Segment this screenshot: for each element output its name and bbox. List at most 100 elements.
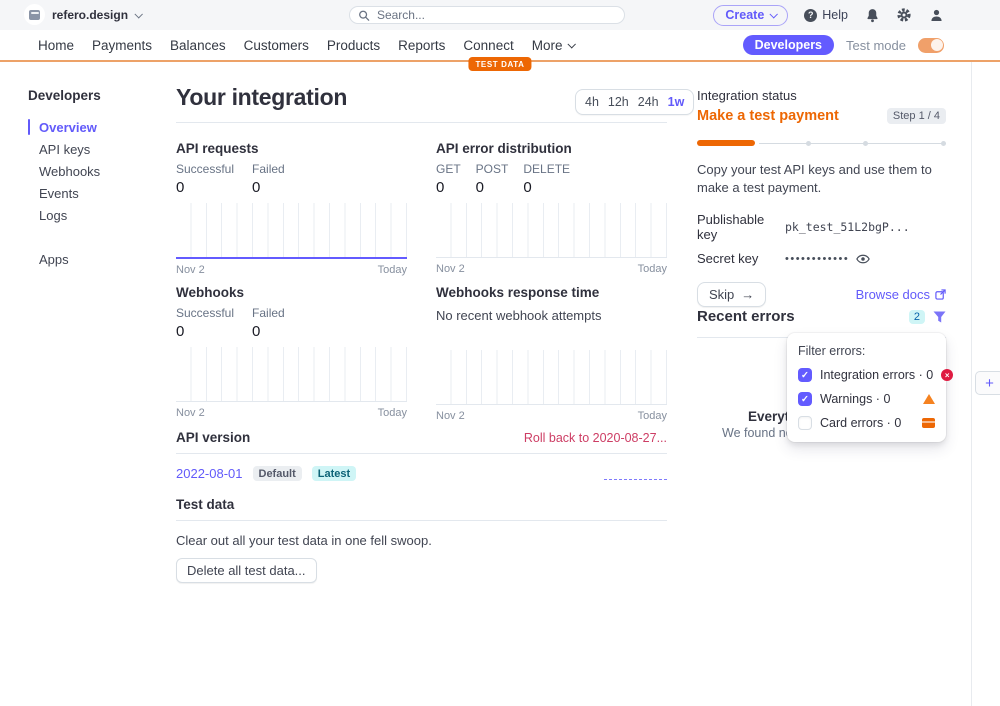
nav-links: Home Payments Balances Customers Product… <box>38 30 574 60</box>
browse-docs-label: Browse docs <box>856 287 930 302</box>
nav-item-home[interactable]: Home <box>38 38 74 53</box>
publishable-key-label: Publishable key <box>697 212 785 242</box>
stat-value: 0 <box>476 179 509 196</box>
sidebar-item-webhooks[interactable]: Webhooks <box>28 160 153 182</box>
x-axis: Nov 2 Today <box>176 407 407 419</box>
nav-right: Developers Test mode <box>743 30 944 60</box>
help-button[interactable]: ? Help <box>804 8 848 22</box>
stat-failed: Failed 0 <box>252 306 285 340</box>
stat-successful: Successful 0 <box>176 162 234 196</box>
page-title: Your integration <box>176 84 347 111</box>
range-option-24h[interactable]: 24h <box>638 95 659 109</box>
sidebar-item-logs[interactable]: Logs <box>28 204 153 226</box>
no-errors-title-partial: Everyt <box>748 409 789 424</box>
status-row: Make a test payment Step 1 / 4 <box>697 108 946 124</box>
panel-actions: Skip → Browse docs <box>697 282 946 307</box>
notifications-bell-button[interactable] <box>864 7 880 23</box>
bell-icon <box>865 8 880 23</box>
step-badge: Step 1 / 4 <box>887 108 946 124</box>
stat-label: POST <box>476 162 509 176</box>
account-avatar-button[interactable] <box>928 7 944 23</box>
checkbox-checked[interactable] <box>798 392 812 406</box>
card-title: API error distribution <box>436 141 667 156</box>
stat-delete: DELETE 0 <box>523 162 570 196</box>
checkbox-unchecked[interactable] <box>798 416 812 430</box>
zoom-plus-button[interactable] <box>975 371 1000 395</box>
stat-label: Successful <box>176 162 234 176</box>
nav-item-payments[interactable]: Payments <box>92 38 152 53</box>
stats-row: Successful 0 Failed 0 <box>176 162 407 196</box>
search-icon <box>358 9 370 22</box>
filter-option-card-errors[interactable]: Card errors · 0 <box>798 416 935 430</box>
step-title: Make a test payment <box>697 108 839 124</box>
axis-end-label: Today <box>378 407 407 419</box>
latest-badge: Latest <box>312 466 356 481</box>
sidebar-item-apps[interactable]: Apps <box>28 248 153 270</box>
card-title: Webhooks response time <box>436 285 667 300</box>
chevron-down-icon <box>134 10 142 18</box>
webhooks-card: Webhooks Successful 0 Failed 0 Nov 2 Tod… <box>176 285 407 419</box>
axis-end-label: Today <box>638 410 667 422</box>
settings-gear-button[interactable] <box>896 7 912 23</box>
stat-value: 0 <box>436 179 461 196</box>
range-option-12h[interactable]: 12h <box>608 95 629 109</box>
version-link[interactable]: 2022-08-01 <box>176 466 243 481</box>
skip-button[interactable]: Skip → <box>697 282 766 307</box>
warning-triangle-icon <box>923 394 935 404</box>
filter-option-label: Warnings · 0 <box>820 392 915 406</box>
step-description: Copy your test API keys and use them to … <box>697 161 946 196</box>
toggle-knob <box>931 39 943 51</box>
workspace-logo <box>24 4 45 25</box>
delete-test-data-button[interactable]: Delete all test data... <box>176 558 317 583</box>
gear-icon <box>896 7 912 23</box>
nav-item-more[interactable]: More <box>532 38 575 53</box>
progress-bar <box>697 140 946 147</box>
sidebar-item-api-keys[interactable]: API keys <box>28 138 153 160</box>
progress-dot <box>863 141 868 146</box>
checkbox-checked[interactable] <box>798 368 812 382</box>
nav-item-products[interactable]: Products <box>327 38 380 53</box>
workspace-switcher[interactable]: refero.design <box>24 4 141 25</box>
chevron-down-icon <box>568 40 576 48</box>
default-badge: Default <box>253 466 302 481</box>
stat-post: POST 0 <box>476 162 509 196</box>
filter-option-integration-errors[interactable]: Integration errors · 0 <box>798 368 935 382</box>
search-input[interactable] <box>375 7 616 23</box>
test-mode-label: Test mode <box>846 38 906 53</box>
search-box[interactable] <box>349 6 625 24</box>
nav-item-customers[interactable]: Customers <box>244 38 309 53</box>
sidebar-item-overview[interactable]: Overview <box>28 116 153 138</box>
rollback-link[interactable]: Roll back to 2020-08-27... <box>524 431 667 445</box>
arrow-right-icon: → <box>741 287 754 302</box>
range-option-4h[interactable]: 4h <box>585 95 599 109</box>
filter-errors-popover: Filter errors: Integration errors · 0 Wa… <box>787 333 946 442</box>
section-header: API version Roll back to 2020-08-27... <box>176 430 667 445</box>
filter-errors-button[interactable] <box>933 311 946 323</box>
test-mode-toggle[interactable] <box>918 38 944 53</box>
nav-item-connect[interactable]: Connect <box>463 38 513 53</box>
browse-docs-link[interactable]: Browse docs <box>856 287 946 302</box>
range-option-1w[interactable]: 1w <box>668 95 685 109</box>
developers-sidebar: Developers Overview API keys Webhooks Ev… <box>28 88 153 270</box>
chevron-down-icon <box>770 10 778 18</box>
dashed-underline-placeholder <box>604 479 667 480</box>
integration-status-panel: Integration status Make a test payment S… <box>697 88 946 307</box>
nav-item-balances[interactable]: Balances <box>170 38 226 53</box>
stat-label: GET <box>436 162 461 176</box>
api-requests-chart <box>176 203 407 259</box>
reveal-secret-button[interactable] <box>856 253 870 265</box>
webhooks-response-time-card: Webhooks response time No recent webhook… <box>436 285 667 422</box>
publishable-key-value[interactable]: pk_test_51L2bgP... <box>785 220 910 234</box>
developers-pill-button[interactable]: Developers <box>743 35 834 55</box>
stat-value: 0 <box>252 179 285 196</box>
nav-item-reports[interactable]: Reports <box>398 38 445 53</box>
webhooks-response-time-chart <box>436 350 667 405</box>
create-button[interactable]: Create <box>713 5 788 26</box>
skip-label: Skip <box>709 287 734 302</box>
publishable-key-row: Publishable key pk_test_51L2bgP... <box>697 212 946 242</box>
axis-start-label: Nov 2 <box>436 263 465 275</box>
sidebar-item-events[interactable]: Events <box>28 182 153 204</box>
section-header: Test data <box>176 497 667 512</box>
topbar-actions: Create ? Help <box>713 3 944 27</box>
filter-option-warnings[interactable]: Warnings · 0 <box>798 392 935 406</box>
